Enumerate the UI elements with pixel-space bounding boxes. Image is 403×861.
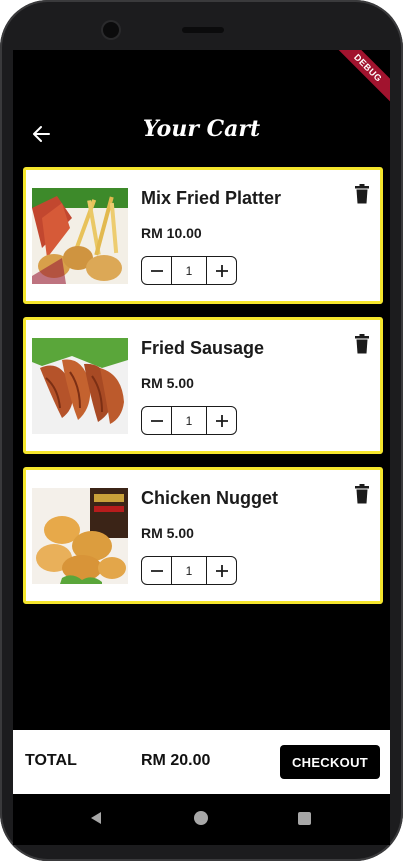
checkout-button[interactable]: CHECKOUT <box>280 745 380 779</box>
increase-quantity-button[interactable] <box>207 407 236 434</box>
trash-icon <box>355 334 369 354</box>
quantity-value: 1 <box>171 407 207 434</box>
plus-icon <box>215 414 228 427</box>
cart-list: Mix Fried Platter RM 10.00 1 Fried Sausa… <box>23 167 383 617</box>
total-value: RM 20.00 <box>141 752 211 769</box>
cart-item: Mix Fried Platter RM 10.00 1 <box>23 167 383 304</box>
fried-platter-photo <box>32 188 128 284</box>
quantity-stepper: 1 <box>141 406 237 435</box>
cart-summary-bar: TOTAL RM 20.00 CHECKOUT <box>13 730 390 794</box>
total-label: TOTAL <box>25 752 77 769</box>
minus-icon <box>150 269 163 272</box>
decrease-quantity-button[interactable] <box>142 407 171 434</box>
item-price: RM 5.00 <box>141 525 194 541</box>
increase-quantity-button[interactable] <box>207 557 236 584</box>
front-camera <box>103 22 119 38</box>
decrease-quantity-button[interactable] <box>142 557 171 584</box>
item-name: Mix Fried Platter <box>141 188 282 208</box>
quantity-stepper: 1 <box>141 256 237 285</box>
quantity-stepper: 1 <box>141 556 237 585</box>
quantity-value: 1 <box>171 557 207 584</box>
delete-item-button[interactable] <box>354 184 370 204</box>
increase-quantity-button[interactable] <box>207 257 236 284</box>
item-name: Fried Sausage <box>141 338 265 358</box>
cart-item: Chicken Nugget RM 5.00 1 <box>23 467 383 604</box>
nav-recent-apps-button[interactable] <box>298 812 311 825</box>
minus-icon <box>150 419 163 422</box>
phone-bezel-top <box>0 0 403 50</box>
triangle-back-icon <box>91 812 101 824</box>
app-bar: Your Cart <box>13 108 390 158</box>
plus-icon <box>215 264 228 277</box>
quantity-value: 1 <box>171 257 207 284</box>
item-price: RM 5.00 <box>141 375 194 391</box>
nav-back-button[interactable] <box>89 811 103 830</box>
cart-item: Fried Sausage RM 5.00 1 <box>23 317 383 454</box>
app-screen: DEBUG Your Cart Mix Fried Platter RM 10.… <box>13 50 390 845</box>
phone-frame: DEBUG Your Cart Mix Fried Platter RM 10.… <box>0 0 403 861</box>
nav-home-button[interactable] <box>194 811 208 825</box>
delete-item-button[interactable] <box>354 334 370 354</box>
item-price: RM 10.00 <box>141 225 202 241</box>
trash-icon <box>355 484 369 504</box>
fried-sausage-photo <box>32 338 128 434</box>
delete-item-button[interactable] <box>354 484 370 504</box>
trash-icon <box>355 184 369 204</box>
minus-icon <box>150 569 163 572</box>
system-navigation-bar <box>13 794 390 845</box>
decrease-quantity-button[interactable] <box>142 257 171 284</box>
item-name: Chicken Nugget <box>141 488 279 508</box>
page-title: Your Cart <box>142 116 261 142</box>
plus-icon <box>215 564 228 577</box>
chicken-nugget-photo <box>32 488 128 584</box>
earpiece-speaker <box>182 27 224 33</box>
debug-banner: DEBUG <box>326 50 390 110</box>
